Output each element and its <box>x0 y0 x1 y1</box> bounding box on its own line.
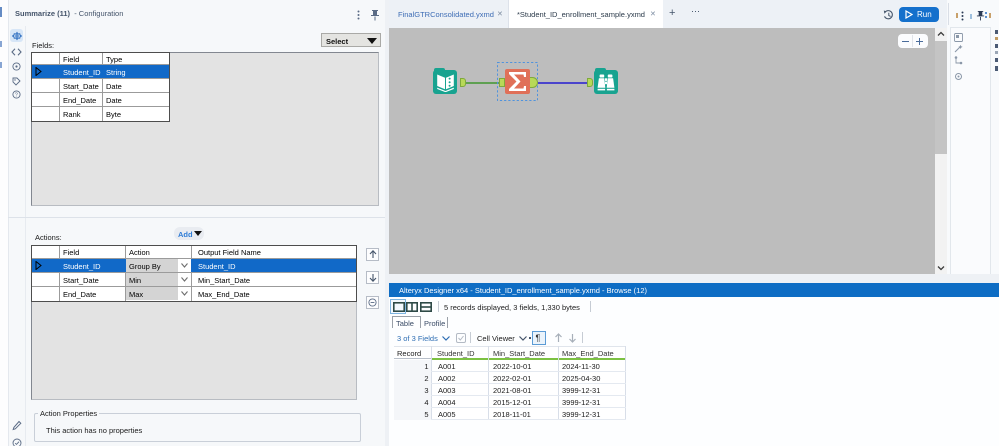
svg-text:?: ? <box>15 92 18 98</box>
